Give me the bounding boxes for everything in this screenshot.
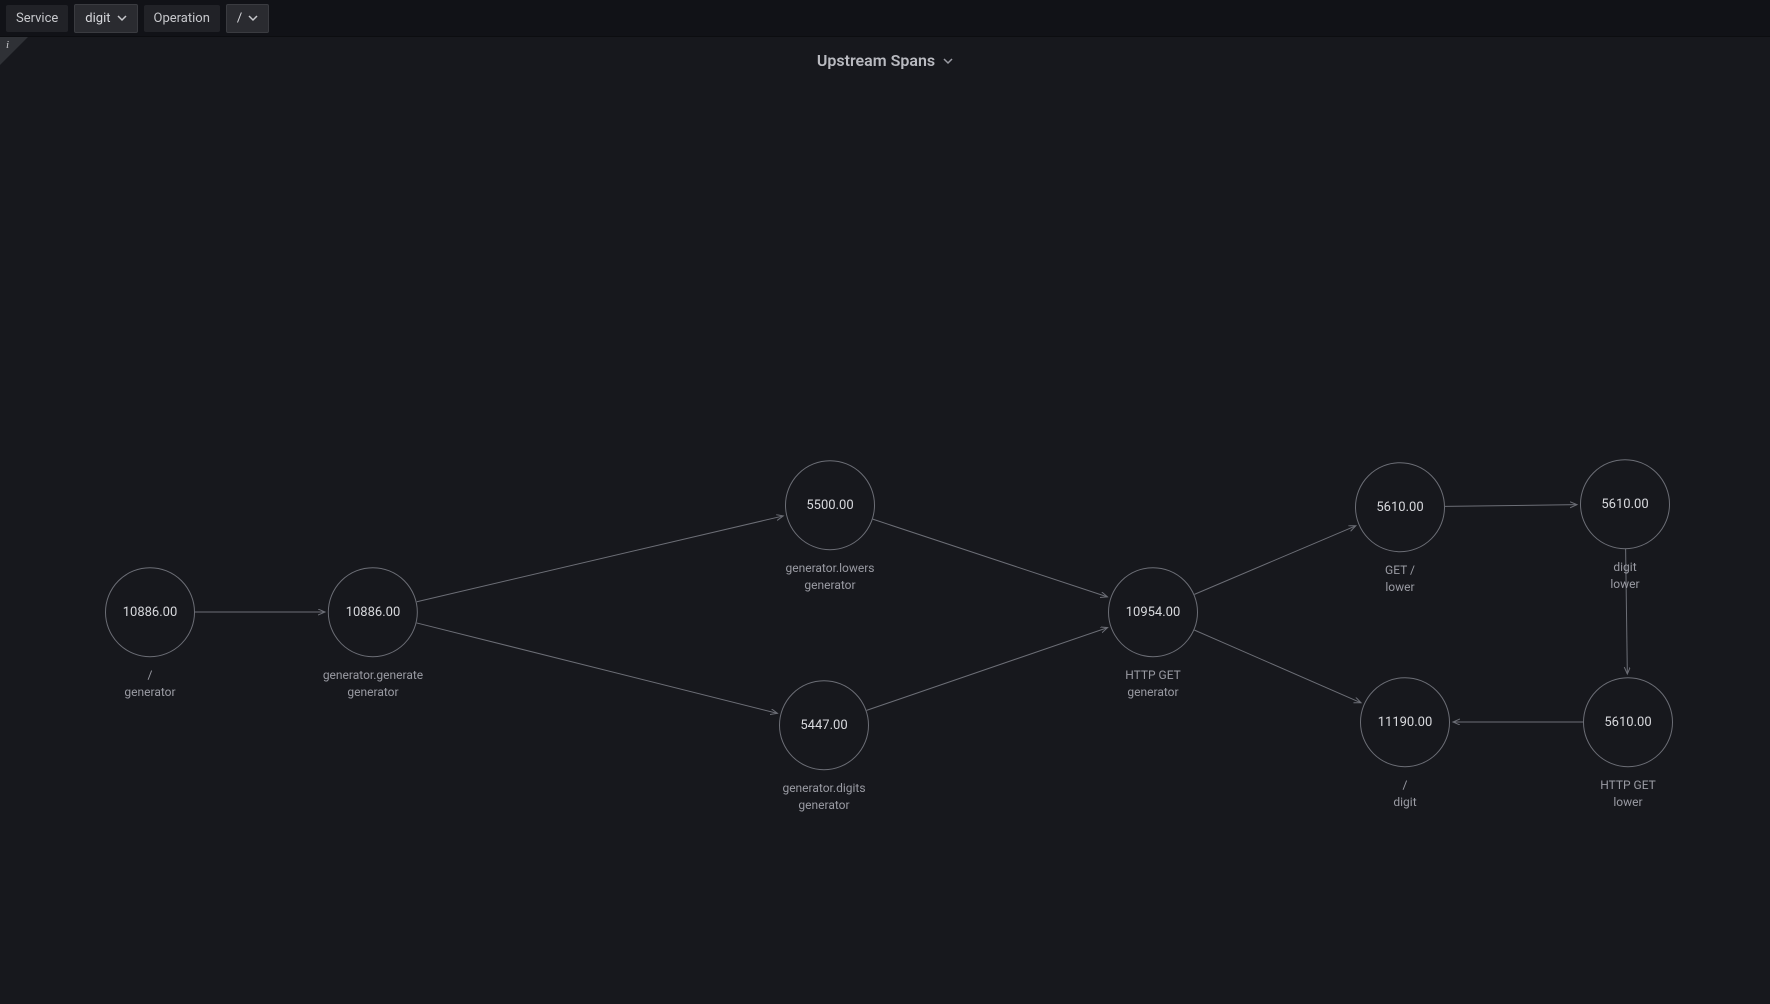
node-value: 10886.00 <box>105 567 195 657</box>
operation-label: Operation <box>144 5 220 32</box>
chevron-down-icon <box>248 13 258 23</box>
toolbar: Service digit Operation / <box>0 0 1770 36</box>
graph-edge <box>873 519 1108 597</box>
graph-node[interactable]: 10886.00 generator.generategenerator <box>323 567 423 701</box>
node-label: digitlower <box>1580 559 1670 593</box>
node-label: generator.generategenerator <box>323 667 423 701</box>
service-select-value: digit <box>85 11 110 26</box>
graph-edge <box>867 628 1108 711</box>
operation-select[interactable]: / <box>226 4 269 33</box>
node-label: HTTP GETlower <box>1583 777 1673 811</box>
operation-select-value: / <box>237 11 242 26</box>
graph-edge <box>1194 526 1355 595</box>
graph-node[interactable]: 11190.00/digit <box>1360 677 1450 811</box>
graph-edge <box>1194 630 1361 703</box>
node-label: generator.digitsgenerator <box>779 780 869 814</box>
graph-node[interactable]: 5610.00 HTTP GETlower <box>1583 677 1673 811</box>
service-label: Service <box>6 5 68 32</box>
node-label: GET /lower <box>1355 562 1445 596</box>
graph-edge <box>417 516 783 602</box>
node-value: 5610.00 <box>1580 459 1670 549</box>
node-value: 5447.00 <box>779 680 869 770</box>
span-graph[interactable]: 10886.00/generator10886.00generator.gene… <box>0 37 1770 1004</box>
node-value: 5610.00 <box>1583 677 1673 767</box>
node-value: 10954.00 <box>1108 567 1198 657</box>
node-label: /digit <box>1360 777 1450 811</box>
node-label: HTTP GETgenerator <box>1108 667 1198 701</box>
node-label: generator.lowersgenerator <box>785 560 875 594</box>
graph-node[interactable]: 10954.00 HTTP GETgenerator <box>1108 567 1198 701</box>
node-value: 5500.00 <box>785 460 875 550</box>
graph-node[interactable]: 5500.00 generator.lowersgenerator <box>785 460 875 594</box>
graph-node[interactable]: 5447.00 generator.digitsgenerator <box>779 680 869 814</box>
node-label: /generator <box>105 667 195 701</box>
service-select[interactable]: digit <box>74 4 137 33</box>
node-value: 11190.00 <box>1360 677 1450 767</box>
graph-edges <box>0 37 1770 1004</box>
graph-node[interactable]: 10886.00/generator <box>105 567 195 701</box>
chevron-down-icon <box>117 13 127 23</box>
node-value: 5610.00 <box>1355 462 1445 552</box>
graph-node[interactable]: 5610.00 GET /lower <box>1355 462 1445 596</box>
panel: i Upstream Spans 10886.00/generator10886… <box>0 36 1770 1004</box>
node-value: 10886.00 <box>328 567 418 657</box>
graph-edge <box>1445 505 1577 507</box>
graph-node[interactable]: 5610.00 digitlower <box>1580 459 1670 593</box>
graph-edge <box>417 623 778 713</box>
